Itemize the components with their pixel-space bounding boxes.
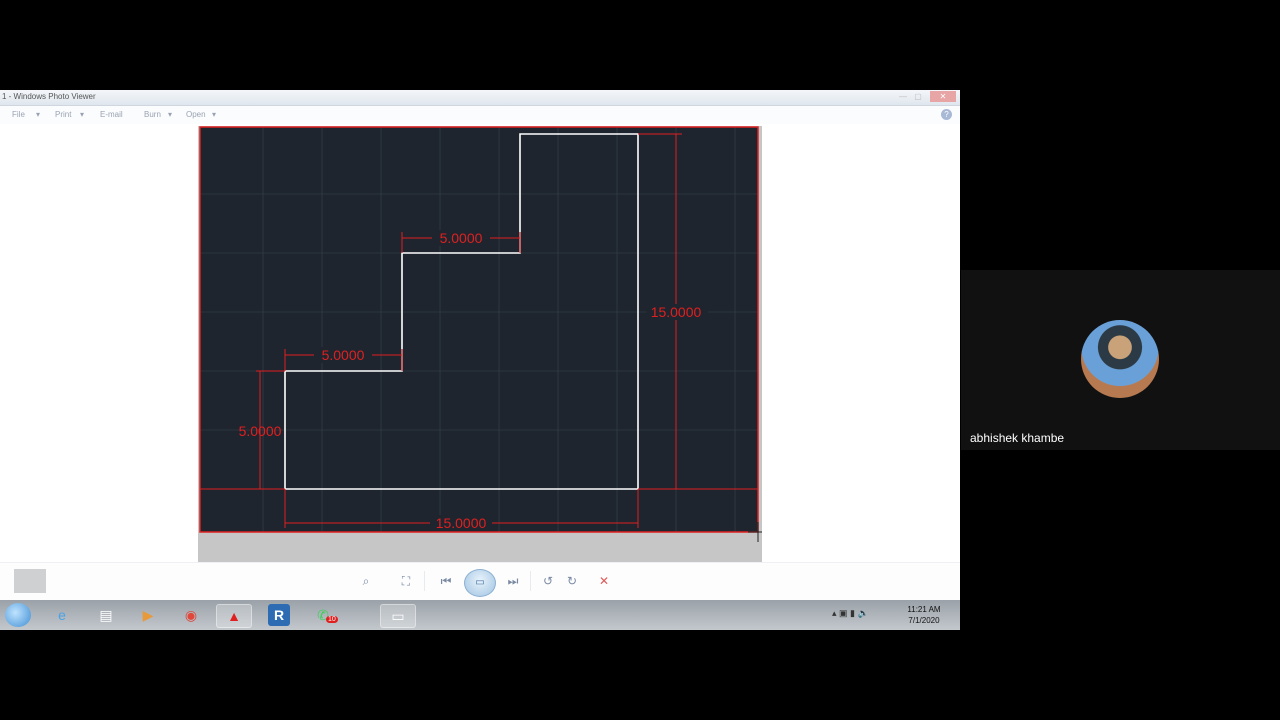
- title-bar[interactable]: 1 - Windows Photo Viewer — ▢ ✕: [0, 90, 960, 106]
- participant-name: abhishek khambe: [970, 431, 1065, 445]
- zoom-icon[interactable]: ⌕: [356, 573, 376, 589]
- dimension-bottom-width: 15.0000: [436, 515, 487, 531]
- previous-icon[interactable]: ⏮: [436, 573, 456, 589]
- windows-taskbar: e ▤ ▶ ◉ ▲ R ✆ 10 ▭ ▴ ▣ ▮ 🔈 11:21 AM 7/1/…: [0, 600, 960, 630]
- next-icon[interactable]: ⏭: [503, 573, 523, 589]
- start-button[interactable]: [5, 603, 31, 627]
- clock[interactable]: 11:21 AM 7/1/2020: [900, 604, 948, 626]
- media-player-icon[interactable]: ▶: [131, 604, 165, 626]
- photo-viewer-window: 1 - Windows Photo Viewer — ▢ ✕ File ▾ Pr…: [0, 90, 960, 630]
- chevron-down-icon[interactable]: ▾: [212, 110, 216, 119]
- actual-size-icon[interactable]: ⛶: [396, 573, 416, 589]
- photo-viewer-task-icon[interactable]: ▭: [380, 604, 416, 628]
- screen-share-area: 1 - Windows Photo Viewer — ▢ ✕ File ▾ Pr…: [0, 0, 960, 720]
- system-tray-icons[interactable]: ▴ ▣ ▮ 🔈: [832, 608, 869, 619]
- toolbar-separator: [424, 571, 425, 591]
- menu-open[interactable]: Open: [186, 110, 206, 119]
- slideshow-button[interactable]: ▭: [464, 569, 496, 597]
- displayed-image[interactable]: 5.0000 5.0000 5.0000 15.0000 15.0000: [198, 126, 762, 562]
- dimension-left-height: 5.0000: [239, 423, 282, 439]
- menu-burn[interactable]: Burn: [144, 110, 161, 119]
- internet-explorer-icon[interactable]: e: [45, 604, 79, 626]
- dimension-middle-step: 5.0000: [322, 347, 365, 363]
- avatar: [1081, 320, 1159, 398]
- cad-drawing: 5.0000 5.0000 5.0000 15.0000 15.0000: [199, 126, 762, 542]
- file-explorer-icon[interactable]: ▤: [89, 604, 123, 626]
- chevron-down-icon[interactable]: ▾: [80, 110, 84, 119]
- thumbnail-preview: [14, 569, 46, 593]
- clock-time: 11:21 AM: [907, 605, 941, 614]
- chevron-down-icon[interactable]: ▾: [36, 110, 40, 119]
- drawing-background: [200, 127, 758, 532]
- menu-print[interactable]: Print: [55, 110, 71, 119]
- whatsapp-badge: 10: [326, 616, 338, 623]
- chrome-icon[interactable]: ◉: [174, 604, 208, 626]
- chevron-down-icon[interactable]: ▾: [168, 110, 172, 119]
- revit-icon[interactable]: R: [268, 604, 290, 626]
- dimension-top-step: 5.0000: [440, 230, 483, 246]
- menu-bar: File ▾ Print ▾ E-mail Burn ▾ Open ▾ ?: [0, 106, 960, 124]
- menu-file[interactable]: File: [12, 110, 25, 119]
- participant-tile[interactable]: abhishek khambe: [961, 270, 1280, 450]
- delete-icon[interactable]: ✕: [594, 573, 614, 589]
- rotate-left-icon[interactable]: ↺: [538, 573, 558, 589]
- viewer-toolbar: ⌕ ⛶ ⏮ ▭ ⏭ ↺ ↻ ✕: [0, 562, 960, 601]
- window-title: 1 - Windows Photo Viewer: [2, 92, 96, 101]
- clock-date: 7/1/2020: [908, 616, 940, 625]
- toolbar-separator: [530, 571, 531, 591]
- rotate-right-icon[interactable]: ↻: [562, 573, 582, 589]
- menu-email[interactable]: E-mail: [100, 110, 123, 119]
- close-button[interactable]: ✕: [930, 91, 956, 102]
- minimize-button[interactable]: —: [896, 91, 910, 102]
- maximize-button[interactable]: ▢: [911, 91, 925, 102]
- help-icon[interactable]: ?: [941, 109, 952, 120]
- dimension-right-height: 15.0000: [651, 304, 702, 320]
- autocad-icon[interactable]: ▲: [216, 604, 252, 628]
